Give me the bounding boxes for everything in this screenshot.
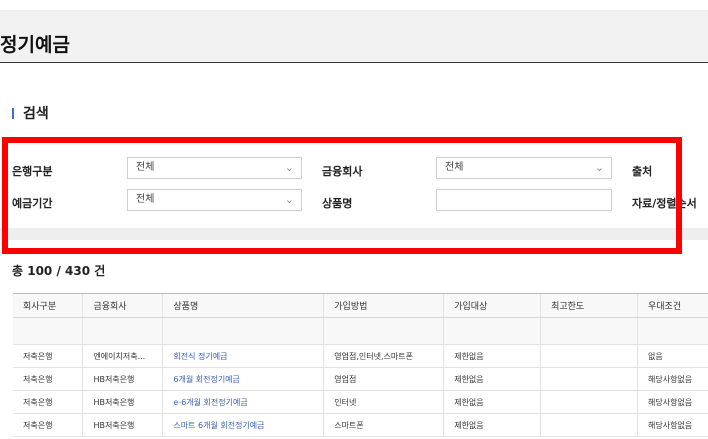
table-cell: 저축은행 (13, 344, 84, 368)
table-cell: 제한없음 (443, 413, 542, 437)
search-panel (0, 138, 708, 238)
column-header[interactable]: 회사구분 (13, 294, 84, 318)
product-link[interactable]: e-6개월 회전정기예금 (162, 390, 325, 414)
table-cell: 제한없음 (443, 367, 542, 391)
search-panel-footer (0, 228, 708, 240)
table-cell: 엔에이치저축... (82, 344, 164, 368)
product-label: 상품명 (322, 197, 353, 210)
product-link[interactable]: 회전식 정기예금 (162, 344, 325, 368)
column-header[interactable]: 최고한도 (540, 294, 638, 318)
section-bar-icon (12, 107, 14, 119)
product-link[interactable]: 6개월 회전정기예금 (162, 367, 325, 391)
table-cell: 제한없음 (443, 390, 542, 414)
chevron-down-icon: ⌄ (594, 161, 604, 174)
top-band (0, 0, 708, 10)
table-row: 저축은행 HB저축은행 6개월 회전정기예금 영업점 제한없음 해당사항없음 (13, 367, 708, 391)
table-cell: 스마트폰 (323, 413, 445, 437)
table-row: 저축은행 HB저축은행 스마트 6개월 회전정기예금 스마트폰 제한없음 해당사… (13, 413, 708, 437)
table-cell: HB저축은행 (82, 413, 164, 437)
filter-row (13, 317, 708, 345)
table-cell: HB저축은행 (82, 367, 164, 391)
product-name-input[interactable] (436, 189, 612, 211)
column-header[interactable]: 우대조건 (637, 294, 708, 318)
table-cell: 해당사항없음 (637, 413, 708, 437)
product-link[interactable]: 스마트 6개월 회전정기예금 (162, 413, 325, 437)
column-header[interactable]: 금융회사 (82, 294, 164, 318)
table-cell: 해당사항없음 (637, 367, 708, 391)
table-row: 저축은행 HB저축은행 e-6개월 회전정기예금 인터넷 제한없음 해당사항없음 (13, 390, 708, 414)
column-header[interactable]: 가입방법 (323, 294, 445, 318)
source-label: 출처 (632, 165, 653, 178)
column-header[interactable]: 상품명 (162, 294, 325, 318)
table-row: 저축은행 엔에이치저축... 회전식 정기예금 영업점,인터넷,스마트폰 제한없… (13, 344, 708, 368)
table-cell (540, 367, 638, 391)
chevron-down-icon: ⌄ (284, 193, 294, 206)
period-label: 예금기간 (12, 197, 53, 210)
table-cell (540, 344, 638, 368)
period-value: 전체 (136, 194, 155, 205)
results-table: 회사구분 금융회사 상품명 가입방법 가입대상 최고한도 우대조건 저축은행 엔… (13, 294, 708, 437)
table-cell: 저축은행 (13, 413, 84, 437)
table-header-row: 회사구분 금융회사 상품명 가입방법 가입대상 최고한도 우대조건 (13, 294, 708, 318)
bank-type-value: 전체 (136, 162, 155, 173)
table-cell (540, 413, 638, 437)
company-label: 금융회사 (322, 165, 363, 178)
table-cell: 저축은행 (13, 367, 84, 391)
table-cell: 저축은행 (13, 390, 84, 414)
table-cell: 없음 (637, 344, 708, 368)
chevron-down-icon: ⌄ (284, 161, 294, 174)
bank-type-select[interactable]: 전체 ⌄ (127, 157, 302, 179)
company-value: 전체 (445, 162, 464, 173)
page-header: 정기예금 (0, 10, 708, 63)
sort-label: 자료/정렬순서 (632, 197, 697, 210)
bank-type-label: 은행구분 (12, 165, 53, 178)
search-section-header: 검색 (12, 103, 49, 123)
column-header[interactable]: 가입대상 (443, 294, 542, 318)
page-title: 정기예금 (0, 34, 70, 56)
period-select[interactable]: 전체 ⌄ (127, 189, 302, 211)
table-cell: 인터넷 (323, 390, 445, 414)
company-select[interactable]: 전체 ⌄ (436, 157, 612, 179)
table-cell (540, 390, 638, 414)
table-cell: 해당사항없음 (637, 390, 708, 414)
table-cell: HB저축은행 (82, 390, 164, 414)
table-cell: 영업점 (323, 367, 445, 391)
table-cell: 영업점,인터넷,스마트폰 (323, 344, 445, 368)
search-section-title: 검색 (23, 106, 49, 122)
table-cell: 제한없음 (443, 344, 542, 368)
result-count: 총 100 / 430 건 (12, 264, 106, 278)
